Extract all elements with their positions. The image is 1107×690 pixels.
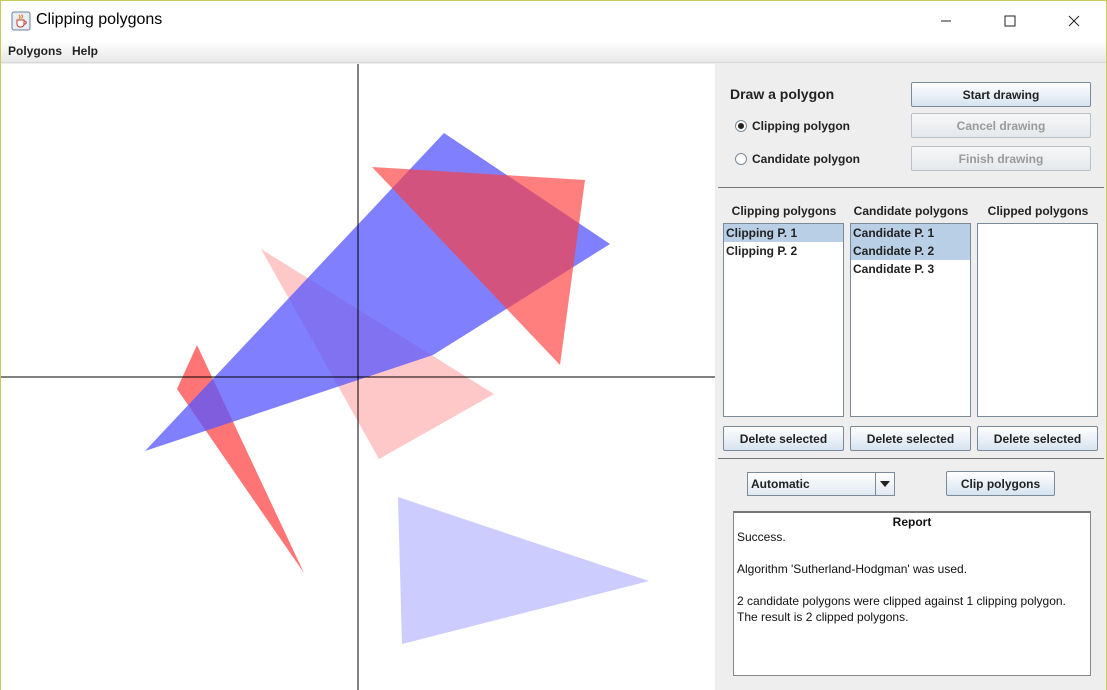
radio-clipping-label: Clipping polygon (752, 119, 850, 133)
start-drawing-button[interactable]: Start drawing (911, 82, 1091, 107)
report-title: Report (892, 515, 932, 529)
list-item[interactable]: Clipping P. 1 (724, 224, 843, 242)
report-panel: Report Success. Algorithm 'Sutherland-Ho… (733, 511, 1091, 676)
report-line (734, 577, 1090, 593)
list-item[interactable]: Candidate P. 3 (851, 260, 970, 278)
chevron-down-icon[interactable] (875, 473, 894, 495)
menu-help[interactable]: Help (72, 44, 98, 58)
delete-clipping-button[interactable]: Delete selected (723, 426, 844, 451)
radio-selected-icon (735, 120, 747, 132)
minimize-icon (941, 20, 951, 22)
window-title: Clipping polygons (36, 11, 163, 28)
maximize-button[interactable] (987, 1, 1033, 41)
report-line: Success. (737, 530, 786, 544)
algorithm-select[interactable]: Automatic (747, 472, 895, 496)
list-item[interactable]: Candidate P. 1 (851, 224, 970, 242)
clipped-polygons-list[interactable] (977, 223, 1098, 417)
control-panel: Draw a polygon Clipping polygon Candidat… (715, 64, 1106, 690)
algorithm-select-value: Automatic (751, 477, 810, 491)
radio-candidate-label: Candidate polygon (752, 152, 860, 166)
minimize-button[interactable] (923, 1, 969, 41)
candidate-list-header: Candidate polygons (853, 204, 969, 218)
java-cup-icon (11, 11, 31, 31)
clipped-list-header: Clipped polygons (987, 204, 1089, 218)
clip-polygons-button[interactable]: Clip polygons (946, 471, 1055, 496)
report-line: The result is 2 clipped polygons. (737, 610, 909, 624)
separator (718, 458, 1104, 459)
app-window: Clipping polygons Polygons Help Draw a p… (0, 0, 1107, 690)
separator (718, 187, 1104, 188)
delete-candidate-button[interactable]: Delete selected (850, 426, 971, 451)
menu-bar: Polygons Help (1, 41, 1106, 63)
draw-section-title: Draw a polygon (730, 86, 835, 102)
delete-clipped-button[interactable]: Delete selected (977, 426, 1098, 451)
finish-drawing-button[interactable]: Finish drawing (911, 146, 1091, 171)
drawing-canvas[interactable] (1, 64, 715, 690)
list-item[interactable]: Clipping P. 2 (724, 242, 843, 260)
close-icon (1068, 15, 1080, 27)
maximize-icon (1004, 15, 1016, 27)
menu-polygons[interactable]: Polygons (8, 44, 62, 58)
clipping-list-header: Clipping polygons (731, 204, 837, 218)
report-line: 2 candidate polygons were clipped agains… (737, 594, 1066, 608)
cancel-drawing-button[interactable]: Cancel drawing (911, 113, 1091, 138)
close-button[interactable] (1051, 1, 1097, 41)
title-bar: Clipping polygons (1, 1, 1106, 41)
radio-unselected-icon (735, 153, 747, 165)
radio-candidate-polygon[interactable]: Candidate polygon (735, 152, 860, 166)
clipping-polygons-list[interactable]: Clipping P. 1 Clipping P. 2 (723, 223, 844, 417)
polygon-canvas-svg (1, 64, 715, 690)
report-line (734, 545, 1090, 561)
report-line: Algorithm 'Sutherland-Hodgman' was used. (737, 562, 968, 576)
clipping-polygon-light (398, 497, 649, 644)
candidate-polygons-list[interactable]: Candidate P. 1 Candidate P. 2 Candidate … (850, 223, 971, 417)
radio-clipping-polygon[interactable]: Clipping polygon (735, 119, 850, 133)
list-item[interactable]: Candidate P. 2 (851, 242, 970, 260)
